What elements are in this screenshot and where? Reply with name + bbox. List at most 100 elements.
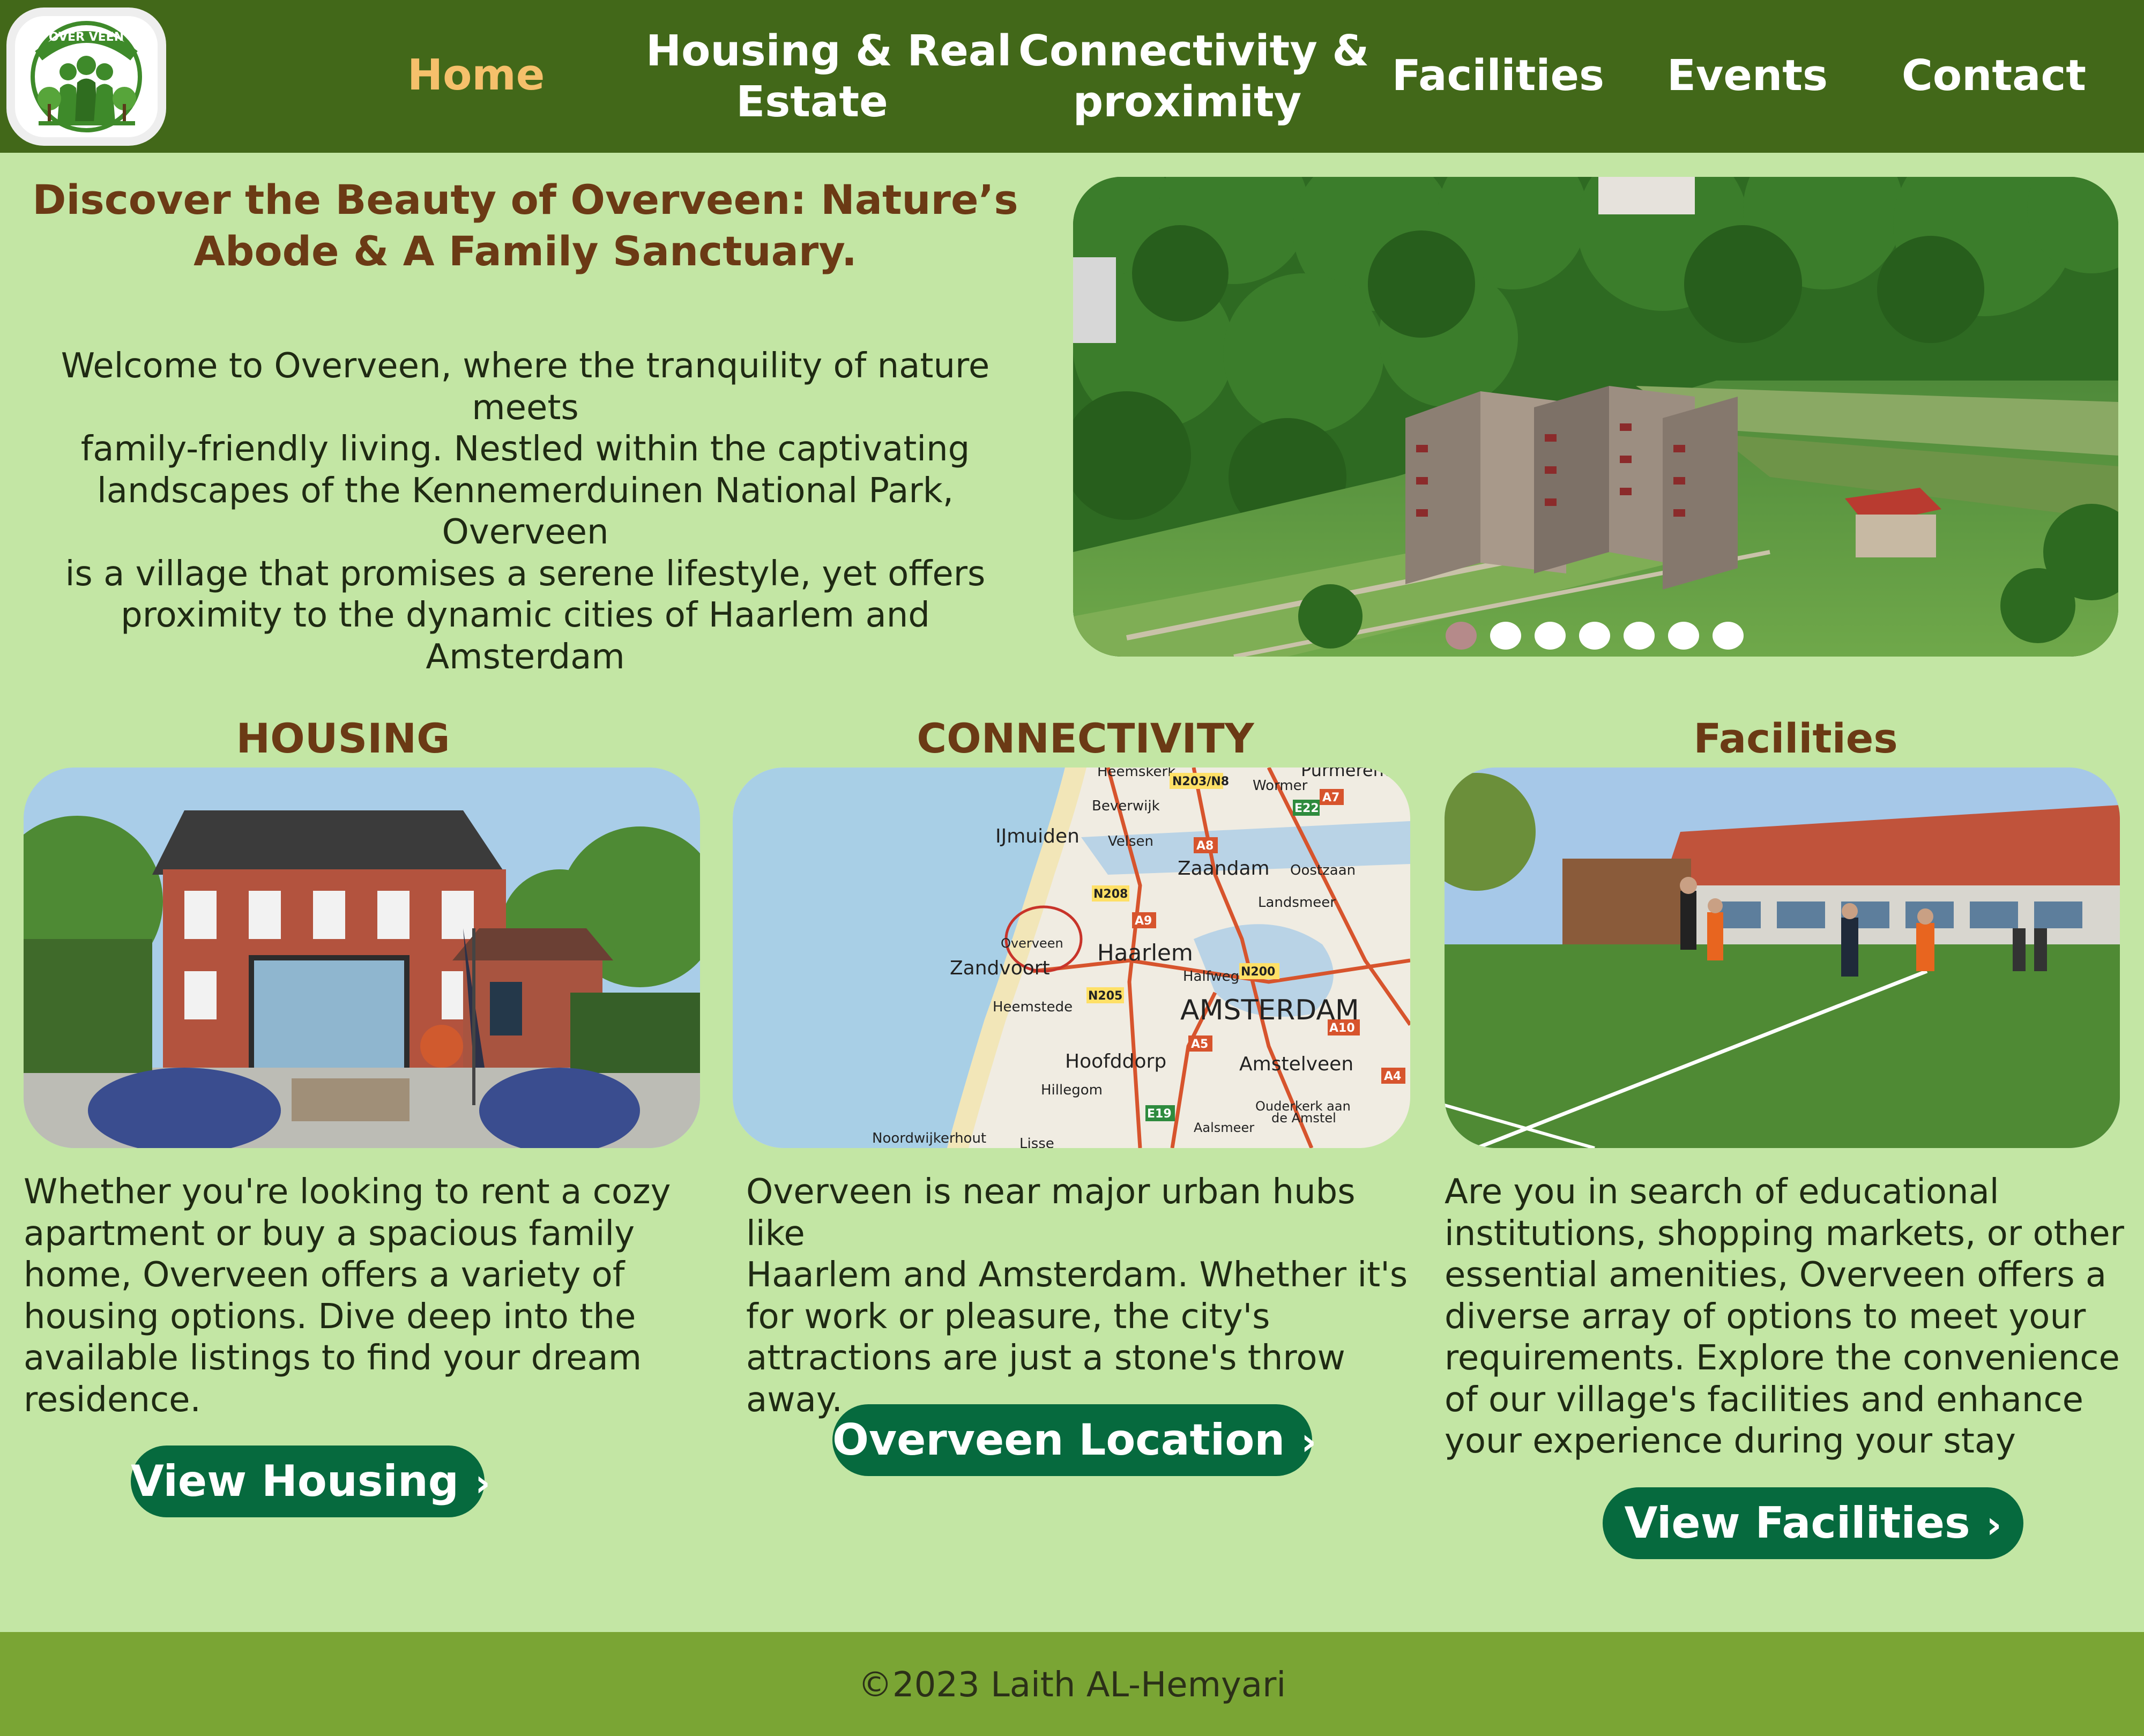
hero-intro-line: Welcome to Overveen, where the tranquili… (61, 346, 990, 428)
svg-text:A8: A8 (1196, 839, 1214, 853)
housing-line: Whether you're looking to rent a cozy (24, 1172, 671, 1212)
housing-heading: HOUSING (236, 714, 450, 762)
housing-line: apartment or buy a spacious family (24, 1213, 635, 1254)
carousel-dot[interactable] (1624, 622, 1655, 650)
svg-text:OVER VEEN: OVER VEEN (49, 31, 124, 44)
svg-text:Halfweg: Halfweg (1183, 968, 1239, 985)
chevron-right-icon: › (1986, 1503, 2002, 1547)
overveen-logo[interactable]: OVER VEEN (6, 8, 166, 146)
facilities-line: Are you in search of educational (1445, 1172, 1999, 1212)
carousel-dot[interactable] (1535, 622, 1566, 650)
connectivity-line: attractions are just a stone's throw (746, 1338, 1345, 1378)
connectivity-line: for work or pleasure, the city's (746, 1297, 1270, 1337)
hero-title-line: Discover the Beauty of Overveen: Nature’… (32, 176, 1018, 223)
svg-text:Landsmeer: Landsmeer (1258, 895, 1336, 911)
svg-text:Wormer: Wormer (1253, 778, 1308, 794)
svg-text:A5: A5 (1191, 1038, 1208, 1051)
hero-intro-line: proximity to the dynamic cities of Haarl… (121, 595, 930, 677)
nav-housing-real-estate[interactable]: Housing & Real Estate (646, 26, 1012, 128)
hero-title-line: Abode & A Family Sanctuary. (193, 227, 857, 275)
svg-text:Purmerend: Purmerend (1301, 768, 1395, 780)
svg-text:Hoofddorp: Hoofddorp (1065, 1050, 1166, 1072)
housing-line: residence. (24, 1380, 201, 1420)
housing-description: Whether you're looking to rent a cozy ap… (24, 1172, 683, 1421)
chevron-right-icon: › (475, 1461, 490, 1505)
overveen-map-image[interactable]: Heemskerk Purmerend Beverwijk Wormer IJm… (733, 768, 1410, 1148)
svg-text:N205: N205 (1088, 989, 1122, 1003)
hero-intro-line: family-friendly living. Nestled within t… (80, 429, 970, 469)
chevron-right-icon: › (1301, 1420, 1317, 1464)
connectivity-line: Haarlem and Amsterdam. Whether it's (746, 1255, 1408, 1295)
svg-text:Noordwijkerhout: Noordwijkerhout (872, 1130, 986, 1146)
nav-housing-label-1: Housing & Real (646, 26, 1012, 76)
svg-text:Oostzaan: Oostzaan (1290, 862, 1356, 878)
facilities-line: of our village's facilities and enhance (1445, 1380, 2083, 1420)
view-facilities-label: View Facilities (1624, 1498, 1970, 1548)
svg-text:Heemstede: Heemstede (993, 999, 1073, 1015)
svg-text:N203/N8: N203/N8 (1172, 775, 1229, 788)
nav-facilities[interactable]: Facilities (1388, 50, 1608, 101)
connectivity-description: Overveen is near major urban hubs like H… (746, 1172, 1411, 1421)
svg-text:Overveen: Overveen (1001, 936, 1063, 951)
nav-housing-label-2: Estate (736, 77, 888, 126)
svg-text:Velsen: Velsen (1108, 833, 1153, 850)
copyright-text: ©2023 Laith AL-Hemyari (858, 1665, 1286, 1705)
svg-text:A10: A10 (1329, 1022, 1355, 1035)
nav-home-label: Home (407, 50, 545, 100)
nav-contact[interactable]: Contact (1892, 50, 2096, 101)
svg-text:Heemskerk: Heemskerk (1097, 768, 1175, 780)
facilities-line: institutions, shopping markets, or other (1445, 1213, 2124, 1254)
housing-line: home, Overveen offers a variety of (24, 1255, 625, 1295)
top-nav: OVER VEEN Home Housing & Real Estate Con… (0, 0, 2144, 153)
facilities-line: essential amenities, Overveen offers a (1445, 1255, 2107, 1295)
svg-text:Zaandam: Zaandam (1178, 858, 1270, 880)
svg-text:Aalsmeer: Aalsmeer (1194, 1120, 1254, 1135)
nav-connectivity-label-1: Connectivity & (1018, 26, 1369, 76)
footer: ©2023 Laith AL-Hemyari (0, 1632, 2144, 1736)
hero-intro: Welcome to Overveen, where the tranquili… (21, 346, 1029, 678)
hero-intro-line: is a village that promises a serene life… (65, 554, 986, 594)
svg-text:A9: A9 (1135, 914, 1152, 928)
svg-text:de Amstel: de Amstel (1271, 1111, 1336, 1126)
nav-events-label: Events (1666, 51, 1828, 100)
facilities-description: Are you in search of educational institu… (1445, 1172, 2125, 1463)
view-facilities-button[interactable]: View Facilities › (1603, 1487, 2023, 1559)
hero-title: Discover the Beauty of Overveen: Nature’… (32, 174, 1018, 277)
hero-intro-line: landscapes of the Kennemerduinen Nationa… (96, 471, 954, 553)
housing-line: available listings to find your dream (24, 1338, 642, 1378)
facilities-line: your experience during your stay (1445, 1421, 2016, 1461)
facilities-line: requirements. Explore the convenience (1445, 1338, 2120, 1378)
svg-text:A7: A7 (1322, 791, 1339, 804)
overveen-location-button[interactable]: Overveen Location › (832, 1404, 1316, 1476)
svg-text:Hillegom: Hillegom (1041, 1082, 1103, 1098)
nav-connectivity-label-2: proximity (1073, 77, 1302, 126)
svg-text:E19: E19 (1147, 1107, 1172, 1121)
view-housing-label: View Housing (131, 1456, 459, 1506)
svg-text:N200: N200 (1241, 965, 1275, 979)
carousel-dot[interactable] (1579, 622, 1610, 650)
view-housing-button[interactable]: View Housing › (131, 1446, 490, 1517)
svg-text:A4: A4 (1384, 1070, 1401, 1083)
svg-text:Zandvoort: Zandvoort (950, 957, 1050, 979)
svg-text:IJmuiden: IJmuiden (995, 825, 1080, 847)
facilities-heading: Facilities (1693, 714, 1898, 762)
svg-text:E22: E22 (1294, 802, 1319, 815)
nav-connectivity[interactable]: Connectivity & proximity (1018, 26, 1369, 128)
carousel-dot[interactable] (1446, 622, 1477, 650)
svg-text:N208: N208 (1093, 888, 1128, 901)
nav-facilities-label: Facilities (1391, 51, 1605, 100)
connectivity-line: Overveen is near major urban hubs like (746, 1172, 1356, 1254)
nav-events[interactable]: Events (1656, 50, 1838, 101)
connectivity-heading: CONNECTIVITY (917, 714, 1254, 762)
nav-contact-label: Contact (1901, 51, 2087, 100)
carousel-dot[interactable] (1668, 622, 1699, 650)
facilities-line: diverse array of options to meet your (1445, 1297, 2086, 1337)
hero-carousel-image[interactable] (1073, 177, 2118, 657)
carousel-dot[interactable] (1713, 622, 1744, 650)
housing-image[interactable] (24, 768, 700, 1148)
nav-home[interactable]: Home (407, 50, 545, 101)
facilities-image[interactable] (1445, 768, 2120, 1148)
carousel-dot[interactable] (1490, 622, 1521, 650)
housing-line: housing options. Dive deep into the (24, 1297, 636, 1337)
svg-text:Beverwijk: Beverwijk (1092, 798, 1160, 814)
